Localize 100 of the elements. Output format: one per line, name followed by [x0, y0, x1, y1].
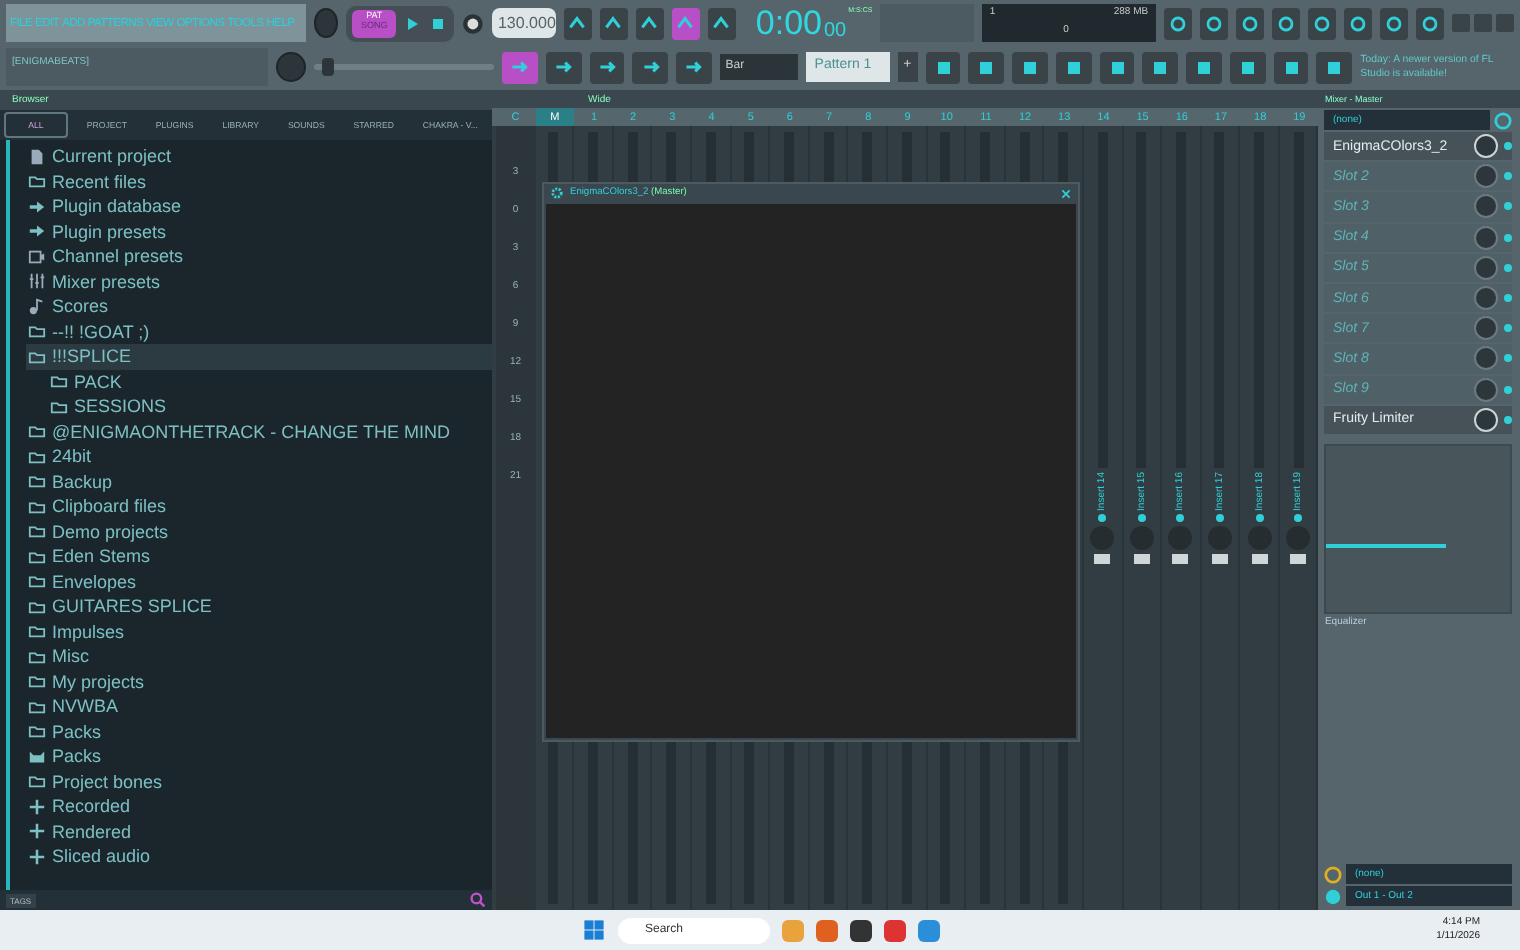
browser-item[interactable]: Plugin presets [26, 219, 492, 244]
toolbar-button[interactable] [1344, 7, 1372, 39]
tool-button[interactable] [599, 7, 628, 39]
search-icon[interactable] [470, 892, 486, 908]
sliders-icon [28, 272, 46, 291]
browser-item[interactable]: Project bones [26, 769, 492, 794]
toolbar-button[interactable] [1380, 7, 1408, 39]
browser-item[interactable]: Packs [26, 719, 492, 744]
fader-handle[interactable] [1290, 554, 1307, 565]
toolbar-icon [1204, 13, 1225, 33]
window-button[interactable] [1273, 51, 1309, 83]
window-button[interactable] [1142, 51, 1179, 83]
window-button[interactable] [1186, 51, 1222, 83]
tool-button[interactable] [563, 7, 592, 39]
plus-icon [28, 797, 46, 816]
led-icon [1504, 142, 1512, 151]
tool-button[interactable] [632, 51, 669, 83]
browser-item[interactable]: Envelopes [26, 569, 492, 594]
toolbar-button[interactable] [1272, 7, 1301, 39]
toolbar-button[interactable] [1415, 7, 1444, 39]
browser-item[interactable]: Eden Stems [26, 544, 492, 569]
slider-thumb[interactable] [322, 58, 335, 76]
power-icon[interactable] [1324, 865, 1343, 883]
app-icon[interactable] [849, 919, 871, 941]
browser-item[interactable]: Current project [26, 144, 492, 169]
fader-handle[interactable] [1251, 554, 1268, 565]
browser-item[interactable]: Sliced audio [26, 844, 492, 869]
browser-item[interactable]: Channel presets [26, 244, 492, 269]
browser-item[interactable]: !!!SPLICE [26, 344, 492, 369]
plus-icon [28, 847, 46, 866]
box-icon [28, 747, 46, 766]
file-icon [28, 147, 46, 166]
led-icon [1255, 514, 1264, 523]
led-icon [1504, 385, 1512, 394]
tool-icon [508, 56, 531, 78]
fader-handle[interactable] [1211, 554, 1228, 565]
browser-item[interactable]: Backup [26, 469, 492, 494]
browser-item[interactable]: My projects [26, 669, 492, 694]
browser-item[interactable]: @ENIGMAONTHETRACK - CHANGE THE MIND [26, 419, 492, 444]
fader-handle[interactable] [1094, 554, 1111, 565]
browser-item[interactable]: Mixer presets [26, 269, 492, 294]
tool-button[interactable] [545, 51, 582, 83]
toolbar-button[interactable] [1236, 7, 1265, 39]
output-icon[interactable] [1324, 887, 1343, 905]
record-icon[interactable] [462, 9, 484, 37]
browser-item[interactable]: Clipboard files [26, 494, 492, 519]
browser-item[interactable]: SESSIONS [26, 394, 492, 419]
browser-item[interactable]: NVWBA [26, 694, 492, 719]
toolbar-button[interactable] [1308, 7, 1337, 39]
browser-item[interactable]: Rendered [26, 819, 492, 844]
browser-item[interactable]: Demo projects [26, 519, 492, 544]
window-button[interactable] [968, 51, 1005, 83]
tool-button[interactable] [676, 51, 712, 83]
window-button[interactable] [1316, 51, 1353, 83]
tool-icon [602, 12, 625, 34]
browser-item[interactable]: --!! !GOAT ;) [26, 319, 492, 344]
window-button[interactable] [1055, 51, 1092, 83]
tool-button[interactable] [502, 51, 538, 83]
browser-item[interactable]: PACK [26, 369, 492, 394]
fader-handle[interactable] [1133, 554, 1150, 565]
tool-button[interactable] [589, 51, 625, 83]
browser-item[interactable]: Impulses [26, 619, 492, 644]
browser-item[interactable]: GUITARES SPLICE [26, 594, 492, 619]
led-icon [1504, 294, 1512, 303]
stop-icon[interactable] [428, 13, 449, 33]
browser-item[interactable]: Scores [26, 294, 492, 319]
plus-icon [28, 822, 46, 841]
browser-item[interactable]: Recent files [26, 169, 492, 194]
window-button[interactable] [925, 51, 961, 83]
window-icon [1237, 57, 1258, 77]
tempo-field[interactable]: 130.000 [491, 8, 556, 38]
led-icon [1098, 514, 1107, 523]
tool-button[interactable] [635, 7, 664, 39]
browser-item[interactable]: 24bit [26, 444, 492, 469]
pitch-knob[interactable] [276, 52, 307, 82]
tool-icon [552, 56, 575, 78]
browser-item[interactable]: Recorded [26, 794, 492, 819]
toolbar-button[interactable] [1200, 7, 1229, 39]
led-icon [1294, 514, 1303, 523]
fader-handle[interactable] [1172, 554, 1189, 565]
tool-button[interactable] [707, 7, 736, 39]
play-icon[interactable] [402, 13, 423, 33]
gear-icon[interactable] [550, 186, 564, 200]
window-button[interactable] [1229, 51, 1266, 83]
tool-button[interactable] [671, 7, 700, 39]
led-icon [1504, 263, 1512, 272]
toolbar-button[interactable] [1164, 7, 1193, 39]
window-icon [1107, 57, 1128, 77]
window-button[interactable] [1012, 51, 1048, 83]
toolbar-icon [1276, 13, 1297, 33]
tool-icon [674, 12, 697, 34]
browser-item[interactable]: Misc [26, 644, 492, 669]
volume-knob[interactable] [314, 8, 339, 38]
browser-item[interactable]: Packs [26, 744, 492, 769]
window-button[interactable] [1099, 51, 1135, 83]
close-icon[interactable] [1060, 187, 1072, 199]
browser-item[interactable]: Plugin database [26, 194, 492, 219]
channel-icon [28, 247, 46, 266]
windows-icon[interactable] [581, 918, 605, 942]
power-icon[interactable] [1494, 111, 1512, 129]
